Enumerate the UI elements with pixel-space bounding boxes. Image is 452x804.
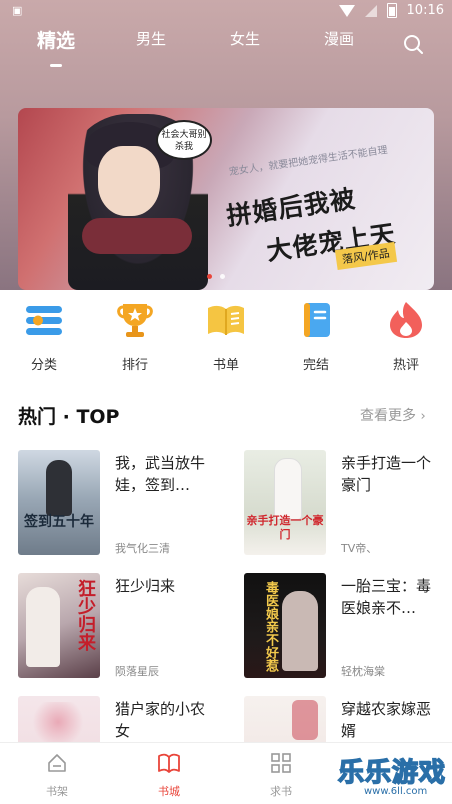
open-book-icon xyxy=(158,753,180,773)
banner-tagline: 宠女人，就要把她宠得生活不能自理 xyxy=(228,144,389,179)
book-author: 我气化三清 xyxy=(115,542,170,555)
book-author: 轻枕海棠 xyxy=(341,665,385,678)
battery-icon xyxy=(386,3,397,18)
shortcut-hot-reviews[interactable]: 热评 xyxy=(376,300,436,373)
pagination-dot xyxy=(220,274,225,279)
book-title: 穿越农家嫁恶婿 xyxy=(341,700,432,740)
fire-icon xyxy=(390,302,422,338)
book-title: 狂少归来 xyxy=(115,577,176,595)
shortcut-finished[interactable]: 完结 xyxy=(286,300,346,373)
see-more-link[interactable]: 查看更多 › xyxy=(360,405,426,425)
book-cover: 狂少归来 xyxy=(18,573,100,678)
active-tab-indicator xyxy=(50,64,62,67)
section-title: 热门 · TOP xyxy=(18,406,120,428)
cover-title: 签到五十年 xyxy=(24,514,94,530)
tab-request-book[interactable]: 求书 xyxy=(246,751,316,799)
book-cover: 毒医娘亲不好惹 xyxy=(244,573,326,678)
signal-icon xyxy=(364,4,377,17)
banner-speech-bubble: 社会大哥别杀我 xyxy=(156,120,212,160)
book-card[interactable]: 狂少归来 狂少归来 陨落星辰 xyxy=(18,573,218,681)
shortcut-label: 完结 xyxy=(302,358,329,373)
book-card[interactable]: 亲手打造一个豪门 亲手打造一个豪门 TV帝、 xyxy=(244,450,444,558)
tab-label: 书城 xyxy=(158,785,180,798)
tab-female[interactable]: 女生 xyxy=(228,28,262,49)
book-title: 猎户家的小农女 xyxy=(115,700,206,740)
category-icon xyxy=(26,306,62,335)
wifi-icon xyxy=(338,4,355,17)
book-title: 一胎三宝：毒医娘亲不… xyxy=(341,577,432,617)
bookshelf-icon xyxy=(48,754,66,772)
tab-featured[interactable]: 精选 xyxy=(36,26,76,67)
cover-title: 狂少归来 xyxy=(75,579,96,651)
see-more-label: 查看更多 xyxy=(360,408,416,424)
status-bar: ▣ 10:16 xyxy=(0,0,452,24)
status-time: 10:16 xyxy=(406,3,444,18)
tab-bookshelf[interactable]: 书架 xyxy=(22,751,92,799)
grid-icon xyxy=(271,753,291,773)
tab-male[interactable]: 男生 xyxy=(134,28,168,49)
cover-title: 亲手打造一个豪门 xyxy=(246,514,324,541)
tab-label: 精选 xyxy=(36,30,75,52)
promo-banner[interactable]: 社会大哥别杀我 宠女人，就要把她宠得生活不能自理 拼婚后我被 大佬宠上天 落风/… xyxy=(18,108,434,290)
search-icon[interactable] xyxy=(403,34,423,54)
shortcut-booklist[interactable]: 书单 xyxy=(196,300,256,373)
tab-bookstore[interactable]: 书城 xyxy=(134,751,204,799)
book-author: 陨落星辰 xyxy=(115,665,159,678)
book-author: TV帝、 xyxy=(341,542,378,555)
notification-icon: ▣ xyxy=(12,4,23,17)
watermark-url: www.6ll.com xyxy=(364,786,428,797)
book-cover: 亲手打造一个豪门 xyxy=(244,450,326,555)
banner-pagination xyxy=(207,274,225,279)
cover-title: 毒医娘亲不好惹 xyxy=(263,581,278,672)
book-card[interactable]: 毒医娘亲不好惹 一胎三宝：毒医娘亲不… 轻枕海棠 xyxy=(244,573,444,681)
shortcut-label: 排行 xyxy=(121,358,148,373)
watermark-logo: 乐乐游戏 www.6ll.com xyxy=(337,752,450,800)
shortcut-category[interactable]: 分类 xyxy=(14,300,74,373)
finished-book-icon xyxy=(304,303,330,337)
tab-comics[interactable]: 漫画 xyxy=(322,28,356,49)
tab-label: 书架 xyxy=(46,785,68,798)
book-cover: 签到五十年 xyxy=(18,450,100,555)
category-shortcuts: 分类 排行 书单 完结 热评 xyxy=(0,300,452,380)
book-title: 亲手打造一个豪门 xyxy=(341,454,432,494)
shortcut-label: 书单 xyxy=(212,358,239,373)
pagination-dot-active xyxy=(207,274,212,279)
booklist-icon xyxy=(208,305,244,335)
book-card[interactable]: 签到五十年 我，武当放牛娃，签到… 我气化三清 xyxy=(18,450,218,558)
shortcut-label: 分类 xyxy=(30,358,57,373)
book-title: 我，武当放牛娃，签到… xyxy=(115,454,206,494)
top-nav: 精选 男生 女生 漫画 xyxy=(0,28,452,68)
banner-face xyxy=(98,146,160,216)
chevron-right-icon: › xyxy=(420,409,426,424)
watermark-text: 乐乐游戏 xyxy=(337,757,447,789)
banner-scarf xyxy=(82,218,192,254)
shortcut-ranking[interactable]: 排行 xyxy=(105,300,165,373)
trophy-icon xyxy=(117,304,153,337)
tab-label: 求书 xyxy=(270,785,292,798)
shortcut-label: 热评 xyxy=(392,358,419,373)
